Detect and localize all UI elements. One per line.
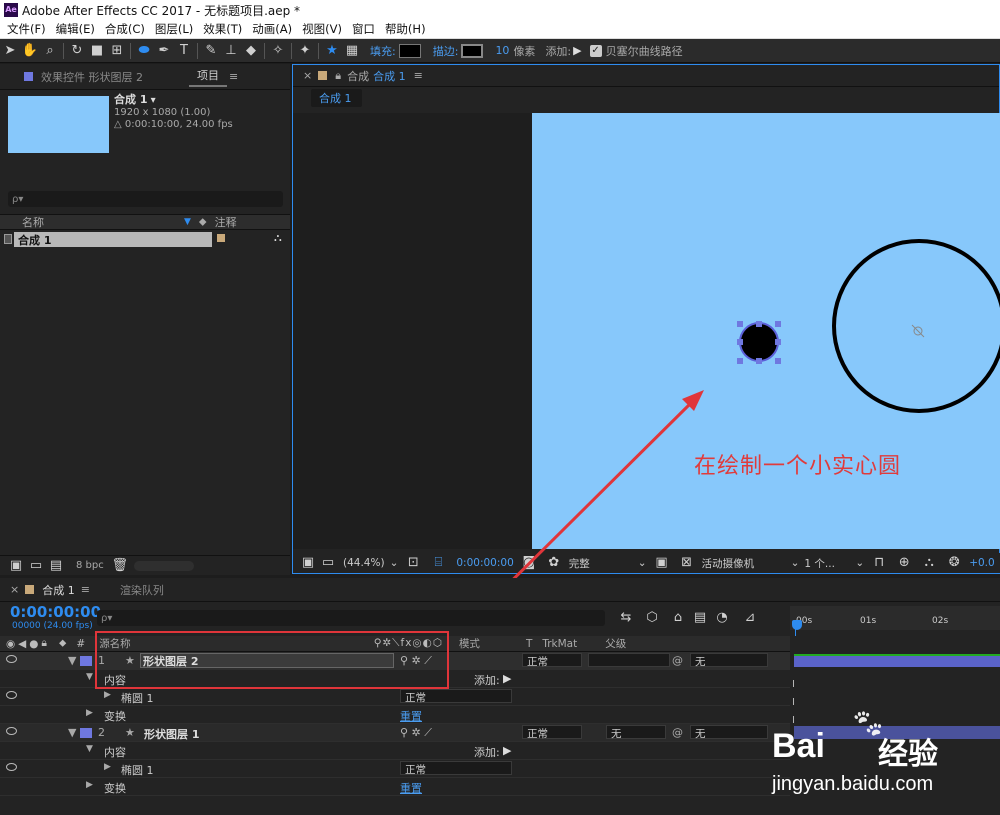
layer-number: 2	[98, 726, 105, 739]
expand-arrow-icon[interactable]: ▶	[86, 708, 93, 718]
layer-1-duration-bar[interactable]	[794, 654, 1000, 667]
transform-label: 变换	[104, 710, 126, 723]
col-trkmat: TrkMat	[542, 637, 578, 650]
tab-render-queue[interactable]: 渲染队列	[120, 582, 164, 598]
ruler-mark-2: 02s	[932, 616, 949, 626]
eye-icon[interactable]	[6, 727, 17, 735]
layer-row-2[interactable]: ▼ 2 ★ 形状图层 1 ⚲ ✲ ⟋ 正常 无 @ 无	[0, 724, 790, 742]
layer-label-color[interactable]	[80, 728, 92, 738]
layer-2-transform-row[interactable]: ▶ 变换 重置	[0, 778, 790, 796]
pickwhip-icon[interactable]: @	[672, 654, 683, 667]
shy-icon[interactable]: ⌂	[668, 608, 688, 628]
watermark-brand-cn: 经验	[878, 737, 938, 772]
layer-trkmat-dropdown[interactable]	[588, 653, 670, 667]
expand-arrow-icon[interactable]: ▶	[104, 762, 111, 772]
ellipse-blend-dropdown[interactable]: 正常	[400, 689, 512, 704]
expand-arrow-icon[interactable]: ▼	[86, 672, 93, 682]
time-ruler[interactable]: 00s 01s 02s	[790, 606, 1000, 630]
ellipse-blend-dropdown[interactable]: 正常	[400, 761, 512, 776]
timeline-timecode[interactable]: 0:00:00:00	[10, 603, 101, 621]
lock-icon[interactable]: 🔒︎	[41, 637, 47, 650]
timeline-tabs: × 合成 1 ≡ 渲染队列	[0, 578, 1000, 602]
watermark-brand: Bai	[772, 727, 825, 765]
watermark-url: jingyan.baidu.com	[772, 773, 934, 795]
eye-icon[interactable]	[6, 691, 17, 699]
star-icon: ★	[125, 726, 135, 739]
baidu-watermark: 🐾︎ Bai 经验 jingyan.baidu.com	[772, 705, 1000, 815]
col-parent[interactable]: 父级	[605, 636, 626, 651]
ruler-mark-1: 01s	[860, 616, 877, 626]
contents-label: 内容	[104, 746, 126, 759]
graph-editor-icon[interactable]: ⊿	[740, 608, 760, 628]
layer-mode-dropdown[interactable]: 正常	[522, 725, 582, 740]
col-mode[interactable]: 模式	[459, 636, 480, 651]
layer-2-contents-row[interactable]: ▼ 内容 添加: ▶	[0, 742, 790, 760]
draft-3d-icon[interactable]: ⬡	[642, 608, 662, 628]
comp-label-icon	[25, 585, 35, 594]
layer-2-ellipse-row[interactable]: ▶ 椭圆 1 正常	[0, 760, 790, 778]
ellipse-group-label[interactable]: 椭圆 1	[121, 690, 154, 706]
playhead-icon[interactable]	[792, 620, 802, 630]
layer-parent-dropdown[interactable]: 无	[690, 725, 768, 740]
layer-name[interactable]: 形状图层 1	[144, 726, 199, 742]
tab-timeline-comp[interactable]: 合成 1	[42, 582, 75, 598]
layer-1-transform-row[interactable]: ▶ 变换 重置	[0, 706, 790, 724]
timeline-search-input[interactable]: ρ▾	[97, 610, 605, 626]
panel-menu-icon[interactable]: ≡	[81, 583, 90, 596]
reset-link[interactable]: 重置	[400, 708, 422, 724]
reset-link[interactable]: 重置	[400, 780, 422, 796]
layer-trkmat-dropdown[interactable]: 无	[606, 725, 666, 740]
layer-mode-dropdown[interactable]: 正常	[522, 653, 582, 668]
frame-blend-icon[interactable]: ▤	[690, 608, 710, 628]
tag-icon[interactable]: ⬥	[59, 637, 66, 650]
timeline-fps: 00000 (24.00 fps)	[12, 621, 93, 631]
layer-parent-dropdown[interactable]: 无	[690, 653, 768, 668]
motion-blur-icon[interactable]: ◔	[712, 608, 732, 628]
col-t: T	[525, 637, 533, 650]
expand-arrow-icon[interactable]: ▼	[68, 726, 76, 739]
transform-label: 变换	[104, 782, 126, 795]
expand-arrow-icon[interactable]: ▼	[68, 654, 76, 667]
eye-icon[interactable]: ◉	[6, 638, 15, 650]
comp-flow-icon[interactable]: ⇆	[616, 608, 636, 628]
add-label: 添加:	[474, 674, 500, 687]
expand-arrow-icon[interactable]: ▶	[104, 690, 111, 700]
eye-icon[interactable]	[6, 763, 17, 771]
add-label: 添加:	[474, 746, 500, 759]
layer-1-ellipse-row[interactable]: ▶ 椭圆 1 正常	[0, 688, 790, 706]
layer-switches[interactable]: ⚲ ✲ ⟋	[400, 726, 432, 740]
add-menu-icon[interactable]: ▶	[503, 672, 511, 685]
layer-label-color[interactable]	[80, 656, 92, 666]
annotation-highlight-box	[95, 631, 449, 689]
expand-arrow-icon[interactable]: ▶	[86, 780, 93, 790]
close-icon[interactable]: ×	[10, 583, 19, 596]
audio-icon[interactable]: ◀	[18, 638, 26, 650]
add-menu-icon[interactable]: ▶	[503, 744, 511, 757]
pickwhip-icon[interactable]: @	[672, 726, 683, 739]
ellipse-group-label[interactable]: 椭圆 1	[121, 762, 154, 778]
solo-icon[interactable]: ●	[29, 638, 38, 650]
hash-icon[interactable]: #	[76, 638, 85, 650]
expand-arrow-icon[interactable]: ▼	[86, 744, 93, 754]
eye-icon[interactable]	[6, 655, 17, 663]
timeline-switches: ⇆ ⬡ ⌂ ▤ ◔ ⊿	[616, 608, 760, 628]
